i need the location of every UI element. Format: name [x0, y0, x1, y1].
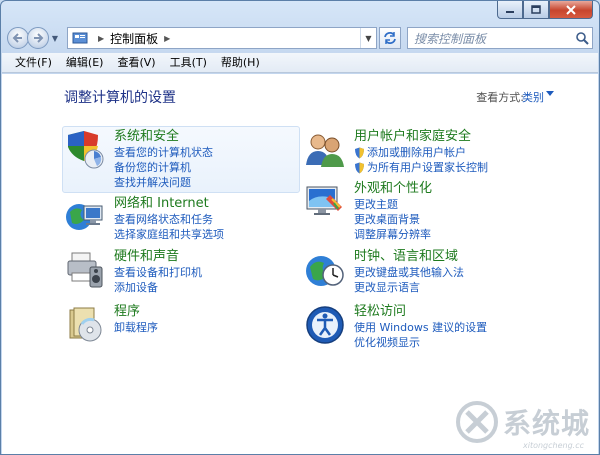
category-text: 时钟、语言和区域 更改键盘或其他输入法 更改显示语言 [354, 249, 464, 295]
link-add-remove-accounts[interactable]: 添加或删除用户帐户 [354, 145, 488, 160]
network-internet-icon[interactable] [64, 196, 106, 238]
recent-pages-dropdown[interactable]: ▼ [49, 27, 61, 49]
back-icon [12, 33, 22, 43]
breadcrumb-separator[interactable]: ▶ [164, 34, 170, 43]
link-keyboard-input[interactable]: 更改键盘或其他输入法 [354, 265, 464, 280]
menu-file[interactable]: 文件(F) [8, 53, 59, 73]
category-title[interactable]: 硬件和声音 [114, 249, 202, 265]
category-ease-of-access: 轻松访问 使用 Windows 建议的设置 优化视频显示 [304, 304, 487, 350]
category-title[interactable]: 时钟、语言和区域 [354, 249, 464, 265]
search-input[interactable]: 搜索控制面板 [414, 30, 572, 47]
category-network-internet: 网络和 Internet 查看网络状态和任务 选择家庭组和共享选项 [64, 196, 224, 242]
address-bar[interactable]: ▶ 控制面板 ▶ ▼ [67, 27, 377, 49]
link-change-background[interactable]: 更改桌面背景 [354, 212, 432, 227]
back-button[interactable] [7, 27, 29, 49]
uac-shield-icon [355, 162, 364, 173]
watermark-subtext: xitongcheng.cc [522, 441, 584, 450]
category-user-accounts: 用户帐户和家庭安全 添加或删除用户帐户 为所有用户设置家长控制 [304, 129, 488, 175]
category-title[interactable]: 程序 [114, 304, 158, 320]
close-button[interactable] [549, 1, 593, 19]
category-title[interactable]: 用户帐户和家庭安全 [354, 129, 488, 145]
view-by-arrow-icon[interactable] [546, 91, 554, 96]
watermark-text: 系统城 [502, 407, 590, 440]
clock-region-icon[interactable] [304, 249, 346, 291]
page-title: 调整计算机的设置 [64, 90, 176, 106]
link-backup-computer[interactable]: 备份您的计算机 [114, 160, 213, 175]
refresh-icon [384, 32, 396, 44]
category-title[interactable]: 轻松访问 [354, 304, 487, 320]
link-uninstall-program[interactable]: 卸载程序 [114, 320, 158, 335]
category-text: 硬件和声音 查看设备和打印机 添加设备 [114, 249, 202, 295]
category-text: 程序 卸载程序 [114, 304, 158, 346]
hardware-sound-icon[interactable] [64, 249, 106, 291]
category-hardware-sound: 硬件和声音 查看设备和打印机 添加设备 [64, 249, 202, 295]
menu-edit[interactable]: 编辑(E) [59, 53, 111, 73]
link-screen-resolution[interactable]: 调整屏幕分辨率 [354, 227, 432, 242]
link-devices-printers[interactable]: 查看设备和打印机 [114, 265, 202, 280]
category-text: 轻松访问 使用 Windows 建议的设置 优化视频显示 [354, 304, 487, 350]
breadcrumb-separator[interactable]: ▶ [98, 34, 104, 43]
search-box[interactable]: 搜索控制面板 [407, 27, 593, 49]
menu-tools[interactable]: 工具(T) [163, 53, 214, 73]
navigation-row: ▼ ▶ 控制面板 ▶ ▼ 搜索控制面板 [7, 25, 593, 51]
category-text: 系统和安全 查看您的计算机状态 备份您的计算机 查找并解决问题 [114, 129, 213, 190]
category-title[interactable]: 外观和个性化 [354, 181, 432, 197]
control-panel-icon [72, 32, 88, 44]
link-view-computer-status[interactable]: 查看您的计算机状态 [114, 145, 213, 160]
link-change-theme[interactable]: 更改主题 [354, 197, 432, 212]
maximize-icon [531, 5, 541, 14]
link-optimize-visual[interactable]: 优化视频显示 [354, 335, 487, 350]
link-display-language[interactable]: 更改显示语言 [354, 280, 464, 295]
window-controls [497, 1, 593, 19]
link-text[interactable]: 为所有用户设置家长控制 [367, 160, 488, 175]
user-accounts-icon[interactable] [304, 129, 346, 171]
menu-view[interactable]: 查看(V) [110, 53, 162, 73]
maximize-button[interactable] [523, 1, 549, 19]
search-button[interactable] [572, 28, 592, 48]
category-clock-region: 时钟、语言和区域 更改键盘或其他输入法 更改显示语言 [304, 249, 464, 295]
link-network-status[interactable]: 查看网络状态和任务 [114, 212, 224, 227]
uac-shield-icon [355, 147, 364, 158]
programs-icon[interactable] [64, 304, 106, 346]
content-area: 调整计算机的设置 查看方式: 类别 系统和安全 查看您的计算机状态 备份您的计算… [2, 74, 598, 454]
menu-bar: 文件(F) 编辑(E) 查看(V) 工具(T) 帮助(H) [2, 53, 598, 73]
category-text: 用户帐户和家庭安全 添加或删除用户帐户 为所有用户设置家长控制 [354, 129, 488, 175]
control-panel-window: ▼ ▶ 控制面板 ▶ ▼ 搜索控制面板 文件(F) 编辑(E) 查看(V) 工具… [0, 0, 600, 455]
category-text: 外观和个性化 更改主题 更改桌面背景 调整屏幕分辨率 [354, 181, 432, 242]
link-recommended-settings[interactable]: 使用 Windows 建议的设置 [354, 320, 487, 335]
link-homegroup-sharing[interactable]: 选择家庭组和共享选项 [114, 227, 224, 242]
category-title[interactable]: 系统和安全 [114, 129, 213, 145]
watermark-logo-icon [455, 401, 498, 443]
forward-icon [34, 33, 44, 43]
category-programs: 程序 卸载程序 [64, 304, 158, 346]
view-by-dropdown[interactable]: 类别 [522, 89, 544, 105]
system-security-icon[interactable] [64, 129, 106, 171]
search-icon [576, 32, 589, 45]
link-text[interactable]: 添加或删除用户帐户 [367, 145, 466, 160]
link-parental-controls[interactable]: 为所有用户设置家长控制 [354, 160, 488, 175]
appearance-icon[interactable] [304, 181, 346, 223]
minimize-icon [506, 10, 514, 13]
ease-of-access-icon[interactable] [304, 304, 346, 346]
link-troubleshoot[interactable]: 查找并解决问题 [114, 175, 213, 190]
minimize-button[interactable] [497, 1, 523, 19]
menu-help[interactable]: 帮助(H) [214, 53, 267, 73]
watermark: 系统城 xitongcheng.cc [455, 400, 590, 450]
breadcrumb-control-panel[interactable]: 控制面板 [110, 30, 158, 47]
link-add-device[interactable]: 添加设备 [114, 280, 202, 295]
address-dropdown[interactable]: ▼ [360, 28, 376, 48]
close-icon [566, 4, 576, 15]
category-title[interactable]: 网络和 Internet [114, 196, 224, 212]
category-text: 网络和 Internet 查看网络状态和任务 选择家庭组和共享选项 [114, 196, 224, 242]
forward-button[interactable] [27, 27, 49, 49]
view-by-label: 查看方式: [476, 91, 524, 104]
category-appearance: 外观和个性化 更改主题 更改桌面背景 调整屏幕分辨率 [304, 181, 432, 242]
refresh-button[interactable] [379, 27, 401, 49]
category-system-security: 系统和安全 查看您的计算机状态 备份您的计算机 查找并解决问题 [64, 129, 213, 190]
